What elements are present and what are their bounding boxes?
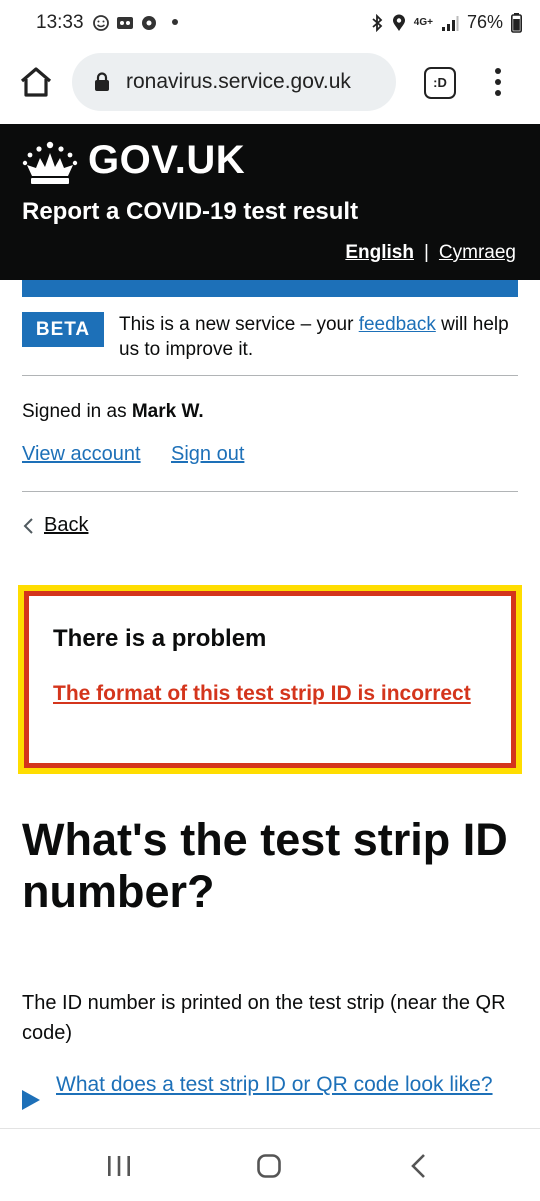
address-bar[interactable]: ronavirus.service.gov.uk xyxy=(72,53,396,111)
status-bar: 13:33 4G+ 76% xyxy=(0,0,540,48)
header-blue-band xyxy=(22,280,518,297)
beta-banner-text: This is a new service – your feedback wi… xyxy=(119,312,509,362)
question-hint: The ID number is printed on the test str… xyxy=(22,992,506,1044)
browser-toolbar: ronavirus.service.gov.uk :D xyxy=(0,48,540,124)
face-icon xyxy=(93,15,109,31)
voicemail-icon xyxy=(117,17,133,29)
location-icon xyxy=(392,14,405,31)
beta-text-before: This is a new service – your xyxy=(119,314,359,335)
home-icon[interactable] xyxy=(18,64,54,100)
error-message-link[interactable]: The format of this test strip ID is inco… xyxy=(53,679,473,709)
signal-icon xyxy=(441,15,459,31)
battery-percent: 76% xyxy=(466,12,503,32)
divider xyxy=(22,375,518,376)
back-link-label[interactable]: Back xyxy=(44,514,88,537)
language-separator: | xyxy=(423,242,429,263)
system-nav-bar xyxy=(0,1128,540,1201)
details-toggle[interactable]: What does a test strip ID or QR code loo… xyxy=(22,1070,522,1110)
page-title: What's the test strip ID number? xyxy=(22,814,508,917)
service-name[interactable]: Report a COVID-19 test result xyxy=(22,198,358,226)
signed-in-prefix: Signed in as xyxy=(22,401,132,422)
triangle-right-icon[interactable] xyxy=(22,1090,40,1110)
recent-apps-icon[interactable] xyxy=(106,1155,132,1177)
beta-tag: BETA xyxy=(22,312,104,347)
url-text[interactable]: ronavirus.service.gov.uk xyxy=(126,70,351,94)
status-time: 13:33 xyxy=(36,12,84,33)
settings-gear-icon xyxy=(142,16,156,30)
tab-switcher-button[interactable]: :D xyxy=(424,67,456,99)
network-type: 4G+ xyxy=(413,17,433,28)
govuk-header: GOV.UK Report a COVID-19 test result Eng… xyxy=(0,124,540,280)
back-nav-icon[interactable] xyxy=(410,1153,426,1179)
user-name: Mark W. xyxy=(131,401,204,422)
view-account-link[interactable]: View account xyxy=(22,443,141,466)
govuk-logo-text[interactable]: GOV.UK xyxy=(88,138,245,183)
error-summary: There is a problem The format of this te… xyxy=(24,591,516,768)
signed-in-status: Signed in as Mark W. xyxy=(22,401,204,423)
lock-icon[interactable] xyxy=(94,72,110,92)
system-icons: 4G+ 76% xyxy=(370,12,522,33)
browser-menu-icon[interactable] xyxy=(488,66,508,98)
language-cymraeg-link[interactable]: Cymraeg xyxy=(439,242,516,264)
crown-icon[interactable] xyxy=(22,140,78,186)
home-nav-icon[interactable] xyxy=(257,1154,281,1178)
bluetooth-icon xyxy=(372,13,383,32)
error-summary-title: There is a problem xyxy=(53,625,267,652)
divider xyxy=(22,491,518,492)
sign-out-link[interactable]: Sign out xyxy=(171,443,244,466)
battery-icon xyxy=(511,12,522,33)
details-summary-link[interactable]: What does a test strip ID or QR code loo… xyxy=(56,1070,493,1110)
language-toggle: English | Cymraeg xyxy=(345,242,516,264)
notification-icons xyxy=(92,14,158,32)
more-notifications-dot xyxy=(172,19,178,25)
back-link[interactable]: Back xyxy=(22,514,88,537)
language-english: English xyxy=(345,242,414,263)
feedback-link[interactable]: feedback xyxy=(359,314,436,335)
chevron-left-icon xyxy=(23,517,33,534)
